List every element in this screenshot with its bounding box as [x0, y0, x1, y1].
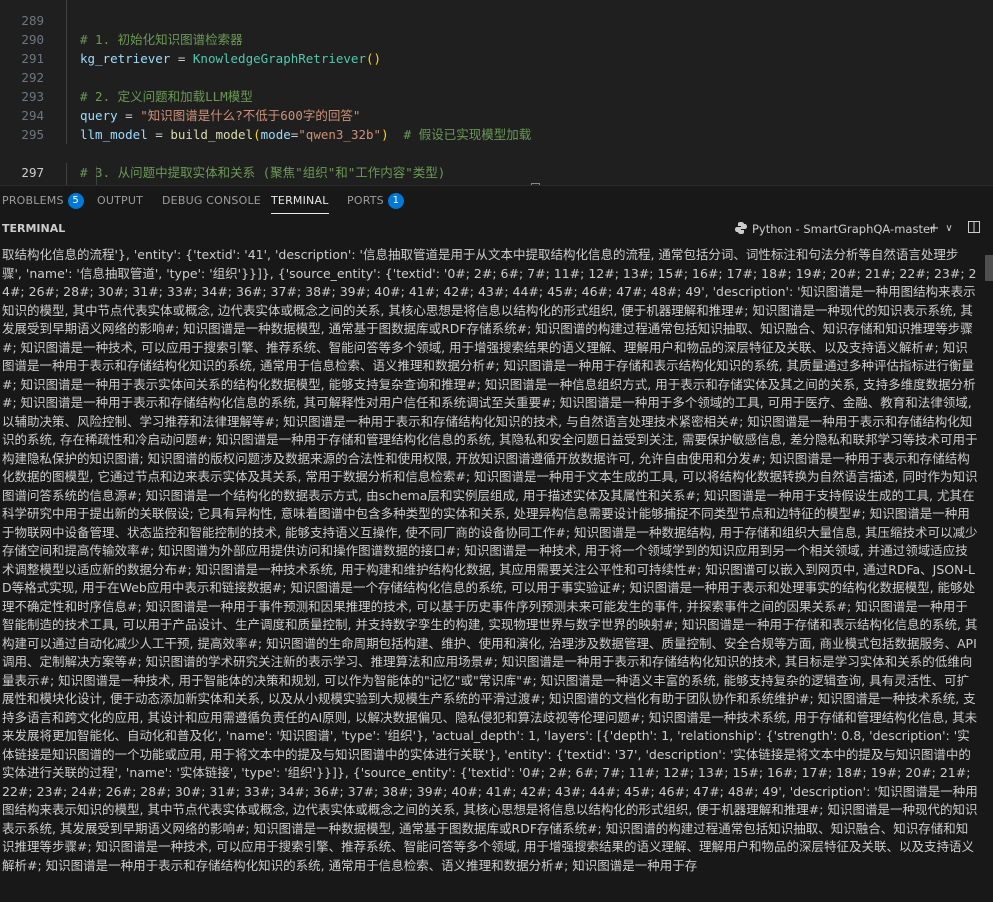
- tab-terminal[interactable]: TERMINAL: [271, 186, 329, 216]
- terminal-scrollbar[interactable]: [983, 243, 993, 902]
- problems-count-badge: 5: [67, 193, 84, 209]
- terminal-output[interactable]: 取结构化信息的流程'}, 'entity': {'textid': '41', …: [0, 243, 993, 902]
- scrollbar-thumb[interactable]: [985, 255, 993, 281]
- tab-label: DEBUG CONSOLE: [162, 194, 261, 207]
- code-line[interactable]: 298 llm_model=llm_model,: [0, 163, 993, 185]
- split-terminal-icon[interactable]: [965, 220, 983, 238]
- code-line[interactable]: 292 # 2. 定义问题和加载LLM模型: [0, 49, 993, 104]
- code-line[interactable]: 294 llm_model = build_model(mode="qwen3_…: [0, 87, 993, 142]
- code-line[interactable]: 289 # 1. 初始化知识图谱检索器: [0, 0, 993, 47]
- terminal-profile-label: Python - SmartGraphQA-master: [752, 222, 935, 236]
- tab-problems[interactable]: PROBLEMS 5: [2, 186, 84, 216]
- code-line[interactable]: 295: [0, 106, 993, 142]
- code-line[interactable]: 291: [0, 30, 993, 66]
- code-line[interactable]: 293 query = "知识图谱是什么?不低于600字的回答": [0, 68, 993, 123]
- code-line-current[interactable]: 297 entities, relationships = kg_retriev…: [0, 144, 993, 185]
- code-line[interactable]: 290 kg_retriever = KnowledgeGraphRetriev…: [0, 11, 993, 66]
- ports-count-badge: 1: [387, 193, 404, 209]
- tab-label: OUTPUT: [97, 194, 144, 207]
- terminal-profile-selector[interactable]: Python - SmartGraphQA-master: [734, 215, 935, 245]
- tab-label: TERMINAL: [271, 194, 329, 207]
- terminal-text: 取结构化信息的流程'}, 'entity': {'textid': '41', …: [2, 247, 978, 873]
- chevron-down-icon[interactable]: ∨: [940, 220, 958, 238]
- tab-label: PORTS: [347, 194, 384, 207]
- python-icon: [734, 217, 748, 245]
- code-editor[interactable]: 289 # 1. 初始化知识图谱检索器 290 kg_retriever = K…: [0, 0, 993, 185]
- terminal-title: TERMINAL: [2, 222, 66, 235]
- tab-output[interactable]: OUTPUT: [97, 186, 143, 216]
- tab-ports[interactable]: PORTS 1: [347, 186, 404, 216]
- vscode-window: 289 # 1. 初始化知识图谱检索器 290 kg_retriever = K…: [0, 0, 993, 902]
- panel-tab-bar: PROBLEMS 5 OUTPUT DEBUG CONSOLE TERMINAL …: [0, 185, 993, 215]
- tab-label: PROBLEMS: [2, 194, 64, 207]
- terminal-header: TERMINAL Python - SmartGraphQA-master + …: [0, 215, 993, 243]
- code-line[interactable]: 296 # 3. 从问题中提取实体和关系 (聚焦"组织"和"工作内容"类型): [0, 125, 993, 180]
- tab-debug-console[interactable]: DEBUG CONSOLE: [162, 186, 261, 216]
